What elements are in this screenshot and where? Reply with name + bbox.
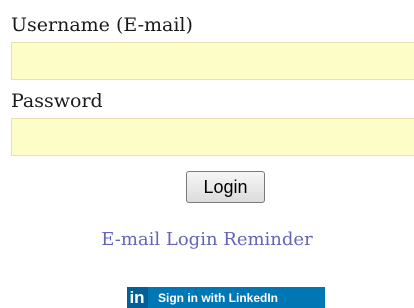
email-login-reminder-link[interactable]: E-mail Login Reminder xyxy=(0,229,414,251)
username-field[interactable] xyxy=(11,42,414,80)
linkedin-sign-in-button[interactable]: in Sign in with LinkedIn xyxy=(127,287,325,308)
password-field[interactable] xyxy=(11,118,414,156)
login-button[interactable]: Login xyxy=(186,171,265,203)
username-label: Username (E-mail) xyxy=(11,14,193,36)
linkedin-sign-in-label: Sign in with LinkedIn xyxy=(158,290,278,305)
linkedin-logo-icon: in xyxy=(127,287,148,308)
password-label: Password xyxy=(11,90,103,112)
